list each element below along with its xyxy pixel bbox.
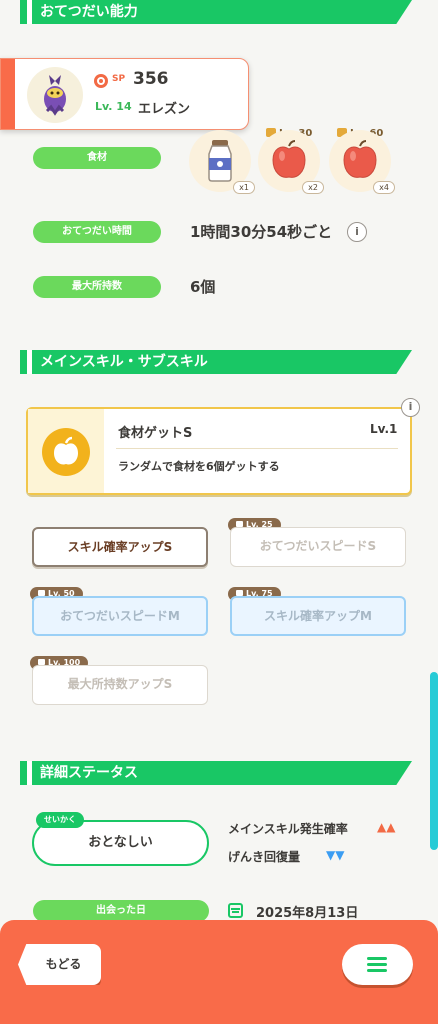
- met-date-label: 出会った日: [33, 900, 209, 922]
- pokemon-card[interactable]: SP 356 Lv. 14 エレズン: [0, 58, 249, 130]
- ingredient-qty-3: x4: [373, 181, 395, 194]
- ingredient-qty-2: x2: [302, 181, 324, 194]
- milk-bottle-icon: [208, 140, 232, 182]
- apple-icon: [54, 436, 78, 465]
- back-button-label: もどる: [45, 957, 82, 971]
- help-time-info-icon[interactable]: i: [347, 222, 367, 242]
- section-header-details-label: 詳細ステータス: [40, 765, 138, 781]
- hamburger-icon: [367, 957, 387, 972]
- toxel-icon: [44, 75, 66, 116]
- sp-icon: [94, 74, 108, 88]
- pokemon-level: Lv. 14: [95, 100, 132, 113]
- ingredients-label: 食材: [33, 147, 161, 169]
- help-time-value: 1時間30分54秒ごと: [190, 223, 333, 241]
- main-skill-level: Lv.1: [370, 422, 398, 436]
- section-header-helping: おてつだい能力: [20, 0, 412, 24]
- pokemon-avatar: [27, 67, 83, 123]
- sub-skill-3[interactable]: おてつだいスピードM: [32, 596, 208, 636]
- section-header-skills: メインスキル・サブスキル: [20, 350, 412, 374]
- back-button[interactable]: もどる: [18, 944, 101, 985]
- max-carry-value: 6個: [190, 278, 216, 296]
- nature-up-stat: メインスキル発生確率: [228, 822, 348, 836]
- calendar-icon: [228, 903, 243, 918]
- sub-skill-1[interactable]: スキル確率アップS: [32, 527, 208, 567]
- main-skill-divider: [116, 448, 398, 449]
- ingredient-slot-3[interactable]: x4: [329, 130, 395, 194]
- section-header-helping-label: おてつだい能力: [40, 4, 138, 20]
- main-skill-card[interactable]: 食材ゲットS Lv.1 ランダムで食材を6個ゲットする: [26, 407, 412, 495]
- main-skill-description: ランダムで食材を6個ゲットする: [118, 460, 280, 473]
- sub-skill-2[interactable]: おてつだいスピードS: [230, 527, 406, 567]
- ingredient-qty-1: x1: [233, 181, 255, 194]
- met-date-value: 2025年8月13日: [256, 906, 359, 921]
- section-header-details: 詳細ステータス: [20, 761, 412, 785]
- apple-icon: [272, 140, 306, 178]
- main-skill-info-icon[interactable]: i: [401, 398, 420, 417]
- main-skill-icon: [42, 428, 90, 476]
- nature-tag: せいかく: [36, 812, 84, 828]
- section-header-skills-label: メインスキル・サブスキル: [40, 354, 208, 370]
- apple-icon: [343, 140, 377, 178]
- scrollbar[interactable]: [430, 672, 438, 850]
- menu-button[interactable]: [342, 944, 413, 985]
- nature-down-stat: げんき回復量: [228, 850, 301, 864]
- sp-value: 356: [133, 69, 169, 89]
- help-time-label: おてつだい時間: [33, 221, 161, 243]
- pokemon-name: エレズン: [138, 102, 191, 117]
- sub-skill-5[interactable]: 最大所持数アップS: [32, 665, 208, 705]
- ingredient-slot-2[interactable]: x2: [258, 130, 324, 194]
- max-carry-label: 最大所持数: [33, 276, 161, 298]
- footer-bar: もどる: [0, 920, 438, 1024]
- sp-label: SP: [112, 74, 126, 84]
- main-skill-name: 食材ゲットS: [118, 426, 193, 441]
- sub-skill-4[interactable]: スキル確率アップM: [230, 596, 406, 636]
- ingredient-slot-1[interactable]: x1: [189, 130, 255, 194]
- nature-up-arrows: ▲▲: [377, 820, 396, 834]
- nature-value: おとなしい: [88, 835, 153, 850]
- nature-down-arrows: ▼▼: [326, 848, 345, 862]
